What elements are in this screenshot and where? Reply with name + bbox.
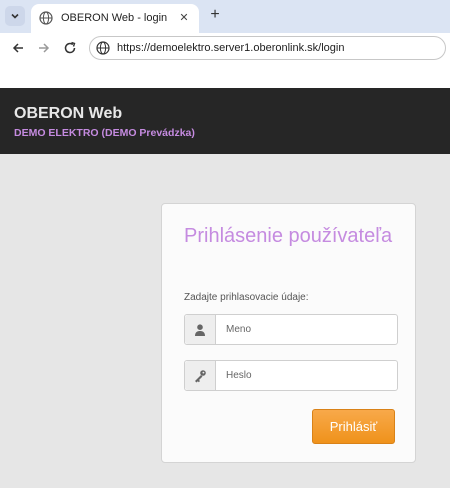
login-instruction: Zadajte prihlasovacie údaje: xyxy=(184,292,309,303)
user-icon xyxy=(185,315,216,344)
new-tab-button[interactable]: + xyxy=(207,6,223,24)
browser-tab-active[interactable]: OBERON Web - login ✕ xyxy=(31,4,199,33)
page-top-spacer xyxy=(0,62,450,88)
login-button[interactable]: Prihlásiť xyxy=(312,409,395,444)
chevron-down-icon xyxy=(11,13,19,19)
arrow-right-icon xyxy=(39,43,50,53)
password-group xyxy=(184,360,398,391)
back-button[interactable] xyxy=(8,38,28,58)
address-bar[interactable]: https://demoelektro.server1.oberonlink.s… xyxy=(89,36,446,60)
site-info-icon[interactable] xyxy=(96,41,110,55)
key-icon xyxy=(185,361,216,390)
browser-tabstrip: OBERON Web - login ✕ + xyxy=(0,0,450,33)
browser-toolbar: https://demoelektro.server1.oberonlink.s… xyxy=(0,33,450,62)
login-card: Prihlásenie používateľa Zadajte prihlaso… xyxy=(161,203,416,463)
company-subtitle: DEMO ELEKTRO (DEMO Prevádzka) xyxy=(14,127,195,139)
username-group xyxy=(184,314,398,345)
globe-icon xyxy=(39,11,53,25)
reload-button[interactable] xyxy=(60,38,80,58)
arrow-left-icon xyxy=(12,43,23,53)
tab-search-button[interactable] xyxy=(5,6,25,26)
forward-button[interactable] xyxy=(34,38,54,58)
login-title: Prihlásenie používateľa xyxy=(184,225,393,247)
username-input[interactable] xyxy=(216,315,397,344)
address-url: https://demoelektro.server1.oberonlink.s… xyxy=(117,42,345,54)
app-title: OBERON Web xyxy=(14,105,123,122)
tab-title: OBERON Web - login xyxy=(61,12,168,24)
site-header: OBERON Web DEMO ELEKTRO (DEMO Prevádzka) xyxy=(0,88,450,154)
reload-icon xyxy=(64,41,76,54)
password-input[interactable] xyxy=(216,361,397,390)
close-icon[interactable]: ✕ xyxy=(177,10,191,24)
